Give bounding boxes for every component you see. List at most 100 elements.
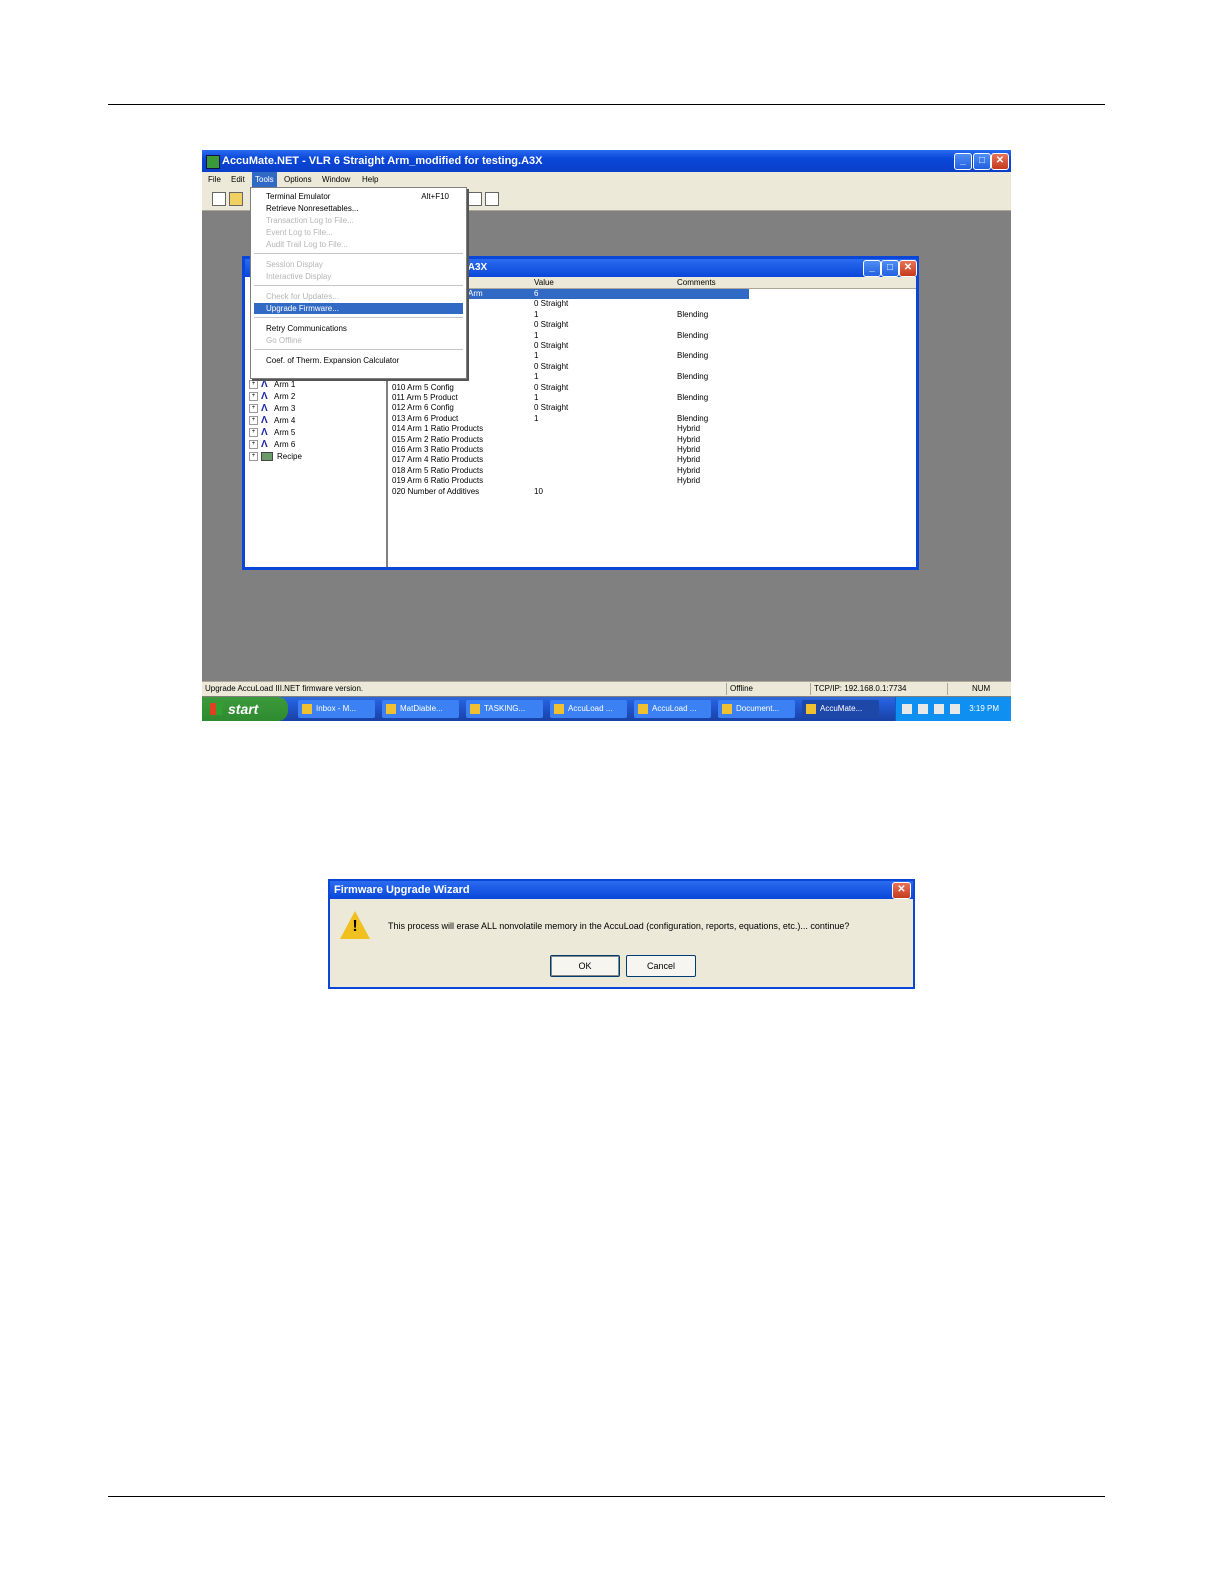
table-row[interactable]: 017 Arm 4 Ratio Products Hybrid — [388, 455, 916, 465]
cell-name: 020 Number of Additives — [392, 486, 480, 496]
volume-tray-icon[interactable] — [950, 704, 960, 714]
tree-item-arm-3[interactable]: + Λ Arm 3 — [249, 403, 295, 414]
cell-name: 012 Arm 6 Config — [392, 403, 454, 413]
taskbar-item-accumate[interactable]: AccuMate... — [802, 700, 879, 718]
taskbar-item-tasking[interactable]: TASKING... — [466, 700, 543, 718]
tree-item-arm-5[interactable]: + Λ Arm 5 — [249, 427, 295, 438]
arm-icon: Λ — [261, 402, 268, 414]
menu-file[interactable]: File — [205, 172, 224, 187]
menu-item-check-for-updates: Check for Updates... — [266, 292, 339, 301]
tree-item-arm-1[interactable]: + Λ Arm 1 — [249, 379, 295, 390]
table-row[interactable]: 0 Straight — [388, 341, 916, 351]
menu-edit[interactable]: Edit — [228, 172, 248, 187]
expand-icon[interactable]: + — [249, 380, 258, 390]
table-row[interactable]: 0 Straight — [388, 320, 916, 330]
menu-item-retrieve-nonresettables[interactable]: Retrieve Nonresettables... — [254, 203, 463, 214]
table-row[interactable]: 009 Arm 4 Product1Blending — [388, 372, 916, 382]
clock[interactable]: 3:19 PM — [969, 697, 999, 721]
table-row[interactable]: 016 Arm 3 Ratio Products Hybrid — [388, 445, 916, 455]
child-close-button[interactable]: ✕ — [899, 260, 917, 277]
tree-item-arm-4[interactable]: + Λ Arm 4 — [249, 415, 295, 426]
table-row[interactable]: 012 Arm 6 Config 0 Straight — [388, 403, 916, 413]
taskbar-item-matdiable[interactable]: MatDiable... — [382, 700, 459, 718]
expand-icon[interactable]: + — [249, 440, 258, 450]
status-separator — [726, 683, 727, 695]
table-row[interactable]: 008 Arm 4 Config0 Straight — [388, 362, 916, 372]
help-tray-icon[interactable] — [902, 704, 912, 714]
menu-item-upgrade-firmware[interactable]: Upgrade Firmware... — [254, 303, 463, 314]
table-row[interactable]: 010 Arm 5 Config 0 Straight — [388, 383, 916, 393]
maximize-button[interactable]: □ — [973, 153, 991, 170]
taskbar-item-inbox[interactable]: Inbox - M... — [298, 700, 375, 718]
cell-value: 1 — [534, 309, 539, 319]
menu-separator — [254, 349, 463, 350]
cell-name: Arm — [468, 289, 483, 298]
table-row[interactable]: 015 Arm 2 Ratio Products Hybrid — [388, 435, 916, 445]
table-row[interactable]: Arm 6 — [388, 289, 916, 299]
table-row[interactable]: 013 Arm 6 Product 1 Blending — [388, 414, 916, 424]
tree-item-recipe[interactable]: + Recipe — [249, 451, 302, 462]
open-folder-icon[interactable] — [229, 192, 243, 206]
taskbar-item-accuload-1[interactable]: AccuLoad ... — [550, 700, 627, 718]
column-header-value[interactable]: Value — [534, 277, 554, 288]
menu-separator — [254, 253, 463, 254]
table-row[interactable]: 0 Straight — [388, 299, 916, 309]
recipe-icon — [261, 452, 273, 462]
cell-comment: Hybrid — [677, 445, 701, 454]
table-row[interactable]: 018 Arm 5 Ratio Products Hybrid — [388, 466, 916, 476]
table-row[interactable]: 1 Blending — [388, 331, 916, 341]
new-file-icon[interactable] — [212, 192, 226, 206]
menu-item-interactive-display: Interactive Display — [266, 272, 332, 281]
cell-value: 0 Straight — [534, 382, 569, 392]
table-row[interactable]: 014 Arm 1 Ratio Products Hybrid — [388, 424, 916, 434]
menu-item-therm-expansion-calculator[interactable]: Coef. of Therm. Expansion Calculator — [254, 355, 463, 366]
child-maximize-button[interactable]: □ — [881, 260, 899, 277]
menu-item-retry-communications[interactable]: Retry Communications — [254, 323, 463, 334]
cell-value: 1 — [534, 372, 539, 382]
network-tray-icon[interactable] — [918, 704, 928, 714]
tile-vertical-icon[interactable] — [485, 192, 499, 206]
menu-options[interactable]: Options — [281, 172, 315, 187]
table-row[interactable]: 020 Number of Additives 10 — [388, 487, 916, 497]
expand-icon[interactable]: + — [249, 452, 258, 462]
start-button[interactable]: start — [202, 697, 288, 721]
cancel-button[interactable]: Cancel — [626, 955, 696, 977]
ok-button[interactable]: OK — [550, 955, 620, 977]
cell-value: 0 Straight — [534, 320, 569, 330]
cell-value: 1 — [534, 413, 539, 423]
status-mode: Offline — [730, 684, 753, 693]
menu-window[interactable]: Window — [319, 172, 353, 187]
cell-comment: Hybrid — [677, 455, 701, 465]
tree-item-arm-2[interactable]: + Λ Arm 2 — [249, 391, 295, 402]
table-row[interactable]: 019 Arm 6 Ratio Products Hybrid — [388, 476, 916, 486]
taskbar-item-document[interactable]: Document... — [718, 700, 795, 718]
taskbar: start Inbox - M... MatDiable... TASKING.… — [202, 697, 1011, 721]
child-minimize-button[interactable]: _ — [863, 260, 881, 277]
expand-icon[interactable]: + — [249, 404, 258, 414]
table-row[interactable]: 1 Blending — [388, 310, 916, 320]
tile-horizontal-icon[interactable] — [468, 192, 482, 206]
menu-tools[interactable]: Tools — [252, 172, 277, 187]
tree-item-arm-6[interactable]: + Λ Arm 6 — [249, 439, 295, 450]
accuload-icon — [554, 703, 564, 714]
menu-help[interactable]: Help — [359, 172, 381, 187]
cell-name: 019 Arm 6 Ratio Products — [392, 476, 484, 486]
column-header-comments[interactable]: Comments — [677, 277, 716, 288]
menu-item-terminal-emulator[interactable]: Terminal Emulator Alt+F10 — [254, 191, 463, 202]
menu-item-event-log: Event Log to File... — [266, 228, 333, 237]
arm-icon: Λ — [261, 438, 268, 450]
expand-icon[interactable]: + — [249, 392, 258, 402]
outlook-icon — [302, 703, 312, 714]
windows-flag-icon — [210, 703, 222, 715]
security-tray-icon[interactable] — [934, 704, 944, 714]
close-button[interactable]: ✕ — [991, 153, 1009, 170]
expand-icon[interactable]: + — [249, 416, 258, 426]
dialog-close-button[interactable]: ✕ — [892, 882, 911, 899]
menu-item-audit-trail-log: Audit Trail Log to File... — [266, 240, 348, 249]
table-row[interactable]: 011 Arm 5 Product 1 Blending — [388, 393, 916, 403]
expand-icon[interactable]: + — [249, 428, 258, 438]
arm-icon: Λ — [261, 378, 268, 390]
table-row[interactable]: 1 Blending — [388, 351, 916, 361]
taskbar-item-accuload-2[interactable]: AccuLoad ... — [634, 700, 711, 718]
minimize-button[interactable]: _ — [954, 153, 972, 170]
